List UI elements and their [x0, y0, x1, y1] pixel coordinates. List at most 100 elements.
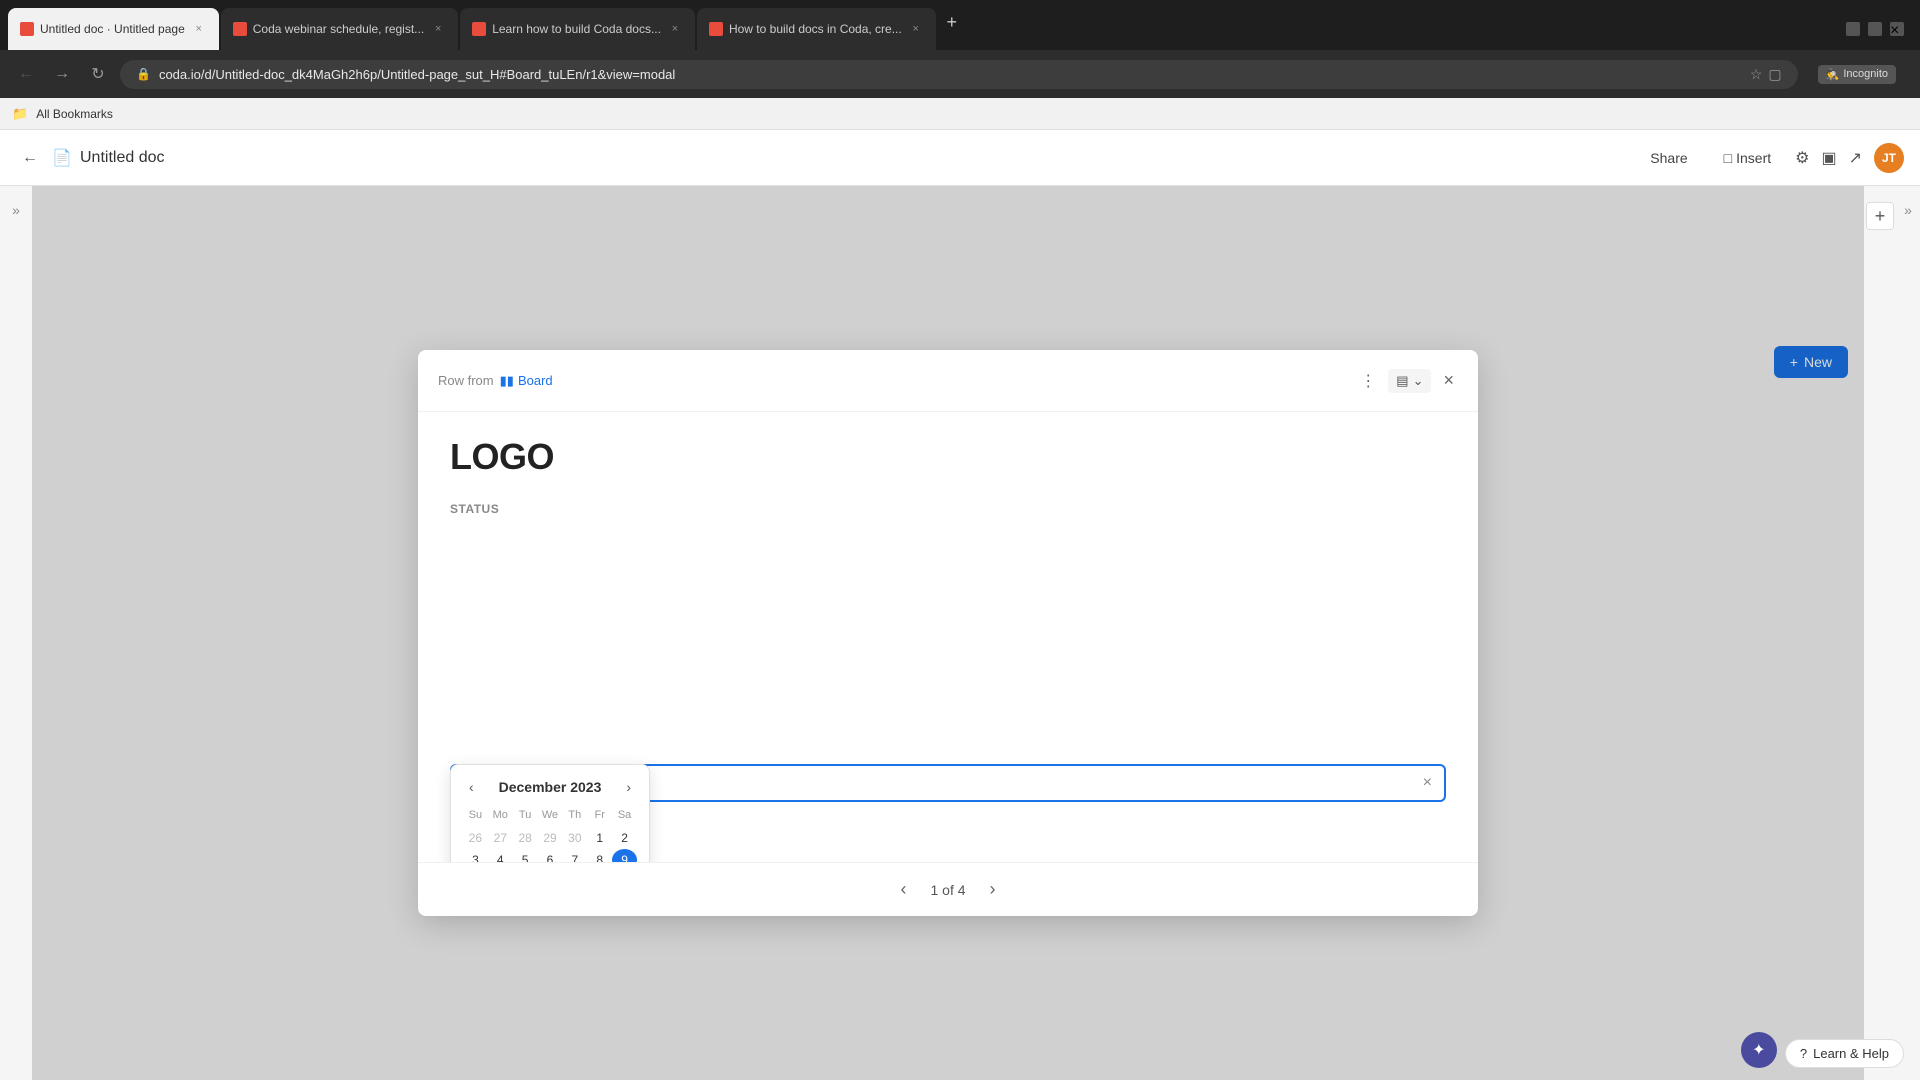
learn-help-label: Learn & Help — [1813, 1046, 1889, 1061]
modal-header-actions: ⋮ ▤ ⌄ × — [1356, 366, 1458, 395]
cal-day-5[interactable]: 5 — [513, 849, 538, 862]
back-to-docs-button[interactable]: ← — [16, 144, 44, 172]
date-input-clear-button[interactable]: × — [1423, 774, 1432, 792]
datepicker-popup: ‹ December 2023 › Su Mo — [450, 764, 650, 862]
right-panel-toggle-button[interactable]: » — [1904, 202, 1912, 218]
pagination-display: 1 of 4 — [930, 882, 965, 898]
minimize-button[interactable] — [1846, 22, 1860, 36]
close-window-button[interactable]: × — [1890, 22, 1904, 36]
tab-2-favicon — [233, 22, 247, 36]
cal-day-2[interactable]: 2 — [612, 827, 637, 849]
more-options-icon[interactable]: ⋮ — [1356, 367, 1380, 395]
cal-day-6[interactable]: 6 — [538, 849, 563, 862]
doc-icon: 📄 — [52, 148, 72, 168]
status-field-section: STATUS ‹ December 2023 › — [450, 502, 1446, 802]
day-th: Th — [562, 807, 587, 823]
back-button[interactable]: ← — [12, 60, 40, 88]
layout-toggle-icon[interactable]: ▣ — [1821, 148, 1836, 168]
cal-day-9-selected[interactable]: 9 — [612, 849, 637, 862]
calendar-month-label: December 2023 — [499, 779, 602, 795]
address-bar: ← → ↻ 🔒 coda.io/d/Untitled-doc_dk4MaGh2h… — [0, 50, 1920, 98]
cal-day-27-prev[interactable]: 27 — [488, 827, 513, 849]
prev-month-button[interactable]: ‹ — [463, 777, 480, 797]
tab-3-close[interactable]: × — [667, 21, 683, 37]
cal-day-26-prev[interactable]: 26 — [463, 827, 488, 849]
cal-day-29-prev[interactable]: 29 — [538, 827, 563, 849]
tab-2-title: Coda webinar schedule, regist... — [253, 22, 424, 36]
app-header: ← 📄 Untitled doc Share □ Insert ⚙ ▣ ↗ JT — [0, 130, 1920, 186]
tab-1-favicon — [20, 22, 34, 36]
cal-day-30-prev[interactable]: 30 — [562, 827, 587, 849]
right-panel-toggle: » — [1896, 186, 1920, 1080]
tab-1[interactable]: Untitled doc · Untitled page × — [8, 8, 219, 50]
calendar-week-1: 26 27 28 29 30 1 2 — [463, 827, 637, 849]
tab-4-favicon — [709, 22, 723, 36]
cal-day-1[interactable]: 1 — [587, 827, 612, 849]
prev-record-button[interactable]: ‹ — [892, 875, 914, 904]
modal-footer: ‹ 1 of 4 › — [418, 862, 1478, 916]
modal-row-from: Row from ▮▮ Board — [438, 373, 553, 389]
lock-icon: 🔒 — [136, 67, 151, 81]
modal-backdrop[interactable]: Row from ▮▮ Board ⋮ ▤ ⌄ — [32, 186, 1864, 1080]
modal-title: LOGO — [450, 436, 1446, 478]
tab-4-close[interactable]: × — [908, 21, 924, 37]
calendar-week-header: Su Mo Tu We Th Fr Sa — [463, 807, 637, 823]
bottom-toolbar: ✦ ? Learn & Help — [0, 1020, 1920, 1080]
avatar[interactable]: JT — [1874, 143, 1904, 173]
tab-1-close[interactable]: × — [191, 21, 207, 37]
insert-icon: □ — [1724, 150, 1732, 166]
forward-button[interactable]: → — [48, 60, 76, 88]
settings-icon[interactable]: ⚙ — [1795, 148, 1809, 168]
sidebar-toggle-button[interactable]: » — [12, 202, 20, 218]
cal-day-8[interactable]: 8 — [587, 849, 612, 862]
cal-day-7[interactable]: 7 — [562, 849, 587, 862]
view-toggle-button[interactable]: ▤ ⌄ — [1388, 369, 1431, 393]
tab-2[interactable]: Coda webinar schedule, regist... × — [221, 8, 458, 50]
tab-3-title: Learn how to build Coda docs... — [492, 22, 661, 36]
tab-2-close[interactable]: × — [430, 21, 446, 37]
refresh-button[interactable]: ↻ — [84, 60, 112, 88]
next-record-button[interactable]: › — [982, 875, 1004, 904]
calendar-week-2: 3 4 5 6 7 8 9 — [463, 849, 637, 862]
url-bar[interactable]: 🔒 coda.io/d/Untitled-doc_dk4MaGh2h6p/Unt… — [120, 60, 1798, 89]
doc-title: Untitled doc — [80, 149, 165, 167]
insert-button[interactable]: □ Insert — [1712, 144, 1783, 172]
cal-day-28-prev[interactable]: 28 — [513, 827, 538, 849]
modal-header: Row from ▮▮ Board ⋮ ▤ ⌄ — [418, 350, 1478, 412]
split-screen-icon[interactable]: ▢ — [1768, 66, 1781, 83]
bookmarks-bar: 📁 All Bookmarks — [0, 98, 1920, 130]
datepicker-overlay: ‹ December 2023 › Su Mo — [450, 764, 1446, 802]
ai-button[interactable]: ✦ — [1741, 1032, 1777, 1068]
new-tab-button[interactable]: + — [938, 8, 966, 36]
next-month-button[interactable]: › — [620, 777, 637, 797]
browser-chrome: Untitled doc · Untitled page × Coda webi… — [0, 0, 1920, 130]
tab-3[interactable]: Learn how to build Coda docs... × — [460, 8, 695, 50]
board-icon: ▮▮ — [500, 373, 514, 389]
modal-close-button[interactable]: × — [1439, 366, 1458, 395]
add-icon[interactable]: + — [1866, 202, 1894, 230]
board-link[interactable]: ▮▮ Board — [500, 373, 553, 389]
tab-4-title: How to build docs in Coda, cre... — [729, 22, 902, 36]
content-area: + New Row from ▮▮ Board — [32, 186, 1864, 1080]
expand-icon[interactable]: ↗ — [1849, 148, 1862, 168]
day-mo: Mo — [488, 807, 513, 823]
cal-day-3[interactable]: 3 — [463, 849, 488, 862]
tab-1-title: Untitled doc · Untitled page — [40, 22, 185, 36]
learn-help-button[interactable]: ? Learn & Help — [1785, 1039, 1904, 1068]
share-button[interactable]: Share — [1638, 144, 1699, 172]
tab-3-favicon — [472, 22, 486, 36]
tab-bar: Untitled doc · Untitled page × Coda webi… — [0, 0, 1920, 50]
calendar-header: ‹ December 2023 › — [463, 777, 637, 797]
url-text: coda.io/d/Untitled-doc_dk4MaGh2h6p/Untit… — [159, 67, 675, 82]
day-sa: Sa — [612, 807, 637, 823]
modal: Row from ▮▮ Board ⋮ ▤ ⌄ — [418, 350, 1478, 916]
url-actions: ☆ ▢ — [1750, 66, 1782, 83]
cal-day-4[interactable]: 4 — [488, 849, 513, 862]
tab-4[interactable]: How to build docs in Coda, cre... × — [697, 8, 936, 50]
star-icon[interactable]: ☆ — [1750, 66, 1763, 83]
view-icon: ▤ — [1396, 373, 1408, 389]
left-sidebar-toggle: » — [0, 186, 32, 1080]
maximize-button[interactable] — [1868, 22, 1882, 36]
bookmarks-folder-icon: 📁 — [12, 106, 28, 122]
day-tu: Tu — [513, 807, 538, 823]
